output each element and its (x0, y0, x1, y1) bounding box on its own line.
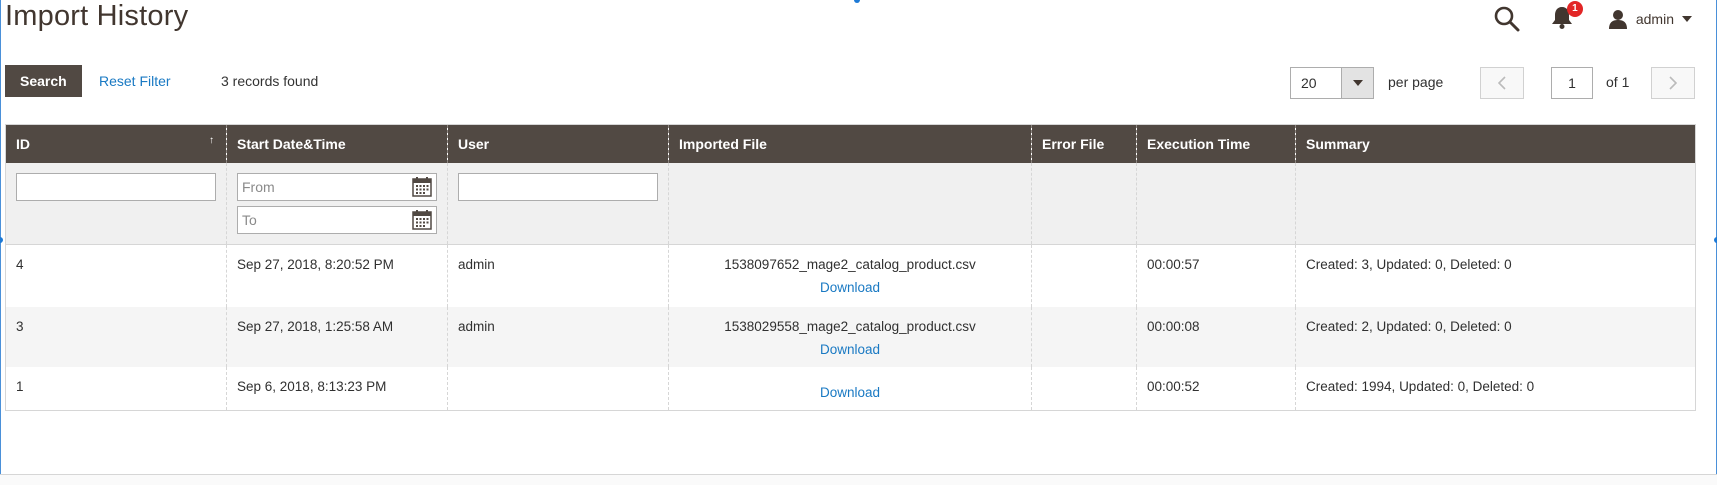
filter-cell-user (447, 162, 669, 245)
column-header-label: User (458, 135, 490, 152)
cell-user (447, 366, 669, 411)
cell-imported-file: Download (668, 366, 1032, 411)
cell-execution-time: 00:00:08 (1136, 306, 1296, 367)
per-page-label: per page (1388, 74, 1444, 90)
page-title: Import History (5, 0, 189, 32)
download-link[interactable]: Download (679, 342, 1021, 357)
cell-start-date: Sep 27, 2018, 8:20:52 PM (226, 244, 448, 307)
file-name: 1538029558_mage2_catalog_product.csv (724, 318, 976, 334)
column-header-label: Summary (1306, 135, 1370, 152)
filter-row (5, 162, 1696, 245)
cell-imported-file: 1538029558_mage2_catalog_product.csv Dow… (668, 306, 1032, 367)
file-name: 1538097652_mage2_catalog_product.csv (724, 257, 976, 272)
cell-id: 3 (5, 306, 227, 367)
cell-start-date: Sep 27, 2018, 1:25:58 AM (226, 306, 448, 367)
date-to-input[interactable] (237, 205, 437, 234)
previous-page-button[interactable] (1480, 67, 1524, 99)
cell-execution-time: 00:00:52 (1136, 366, 1296, 411)
user-filter-input[interactable] (458, 172, 658, 201)
chevron-down-icon (1682, 16, 1692, 22)
user-icon (1608, 10, 1627, 29)
cell-summary: Created: 1994, Updated: 0, Deleted: 0 (1295, 366, 1696, 411)
cell-execution-time: 00:00:57 (1136, 244, 1296, 307)
calendar-icon[interactable] (411, 209, 433, 231)
records-count: 3 records found (221, 73, 319, 89)
per-page-select[interactable]: 20 (1290, 67, 1374, 99)
cell-error-file (1031, 306, 1137, 367)
column-header-label: Error File (1042, 135, 1105, 152)
column-header-imported-file[interactable]: Imported File (668, 124, 1032, 163)
download-link[interactable]: Download (679, 385, 1021, 400)
user-menu[interactable]: admin (1608, 9, 1692, 29)
filter-cell-empty (1031, 162, 1137, 245)
column-header-user[interactable]: User (447, 124, 669, 163)
cell-id: 1 (5, 366, 227, 411)
page-number-input[interactable] (1551, 67, 1593, 99)
table-row: 3 Sep 27, 2018, 1:25:58 AM admin 1538029… (5, 306, 1696, 367)
date-to-wrap (237, 205, 437, 234)
cell-error-file (1031, 244, 1137, 307)
cell-summary: Created: 3, Updated: 0, Deleted: 0 (1295, 244, 1696, 307)
notifications-bell[interactable]: 1 (1550, 1, 1584, 34)
table-row: 1 Sep 6, 2018, 8:13:23 PM Download 00:00… (5, 366, 1696, 411)
column-header-label: Imported File (679, 135, 767, 152)
per-page-value: 20 (1301, 75, 1317, 91)
column-header-label: Execution Time (1147, 135, 1251, 152)
bottom-divider (0, 474, 1717, 485)
cell-error-file (1031, 366, 1137, 411)
import-history-grid: ID ↑ Start Date&Time User Imported File … (5, 124, 1696, 411)
grid-toolbar: Search Reset Filter 3 records found 20 p… (5, 65, 1695, 99)
cell-start-date: Sep 6, 2018, 8:13:23 PM (226, 366, 448, 411)
download-link[interactable]: Download (679, 280, 1021, 295)
filter-cell-empty (1136, 162, 1296, 245)
id-filter-input[interactable] (16, 172, 216, 201)
reset-filter-link[interactable]: Reset Filter (99, 73, 171, 89)
search-icon[interactable] (1492, 4, 1522, 34)
cell-user: admin (447, 306, 669, 367)
dropdown-arrow-icon[interactable] (1341, 68, 1373, 98)
chevron-right-icon (1669, 76, 1678, 90)
date-from-wrap (237, 172, 437, 201)
column-header-execution-time[interactable]: Execution Time (1136, 124, 1296, 163)
column-header-summary[interactable]: Summary (1295, 124, 1696, 163)
calendar-icon[interactable] (411, 176, 433, 198)
column-header-start-date[interactable]: Start Date&Time (226, 124, 448, 163)
table-row: 4 Sep 27, 2018, 8:20:52 PM admin 1538097… (5, 244, 1696, 307)
cell-user: admin (447, 244, 669, 307)
chevron-left-icon (1497, 76, 1506, 90)
header-actions: 1 admin (1492, 1, 1692, 34)
cell-id: 4 (5, 244, 227, 307)
column-header-label: Start Date&Time (237, 135, 346, 152)
filter-cell-id (5, 162, 227, 245)
notification-badge: 1 (1566, 1, 1583, 17)
column-header-label: ID (16, 135, 30, 152)
cell-summary: Created: 2, Updated: 0, Deleted: 0 (1295, 306, 1696, 367)
page-total: of 1 (1606, 74, 1630, 90)
date-from-input[interactable] (237, 172, 437, 201)
grid-header-row: ID ↑ Start Date&Time User Imported File … (5, 124, 1696, 163)
filter-cell-date (226, 162, 448, 245)
sort-arrow-icon: ↑ (209, 135, 214, 146)
search-button[interactable]: Search (5, 65, 82, 97)
next-page-button[interactable] (1651, 67, 1695, 99)
filter-cell-empty (668, 162, 1032, 245)
user-name: admin (1635, 11, 1674, 27)
column-header-id[interactable]: ID ↑ (5, 124, 227, 163)
column-header-error-file[interactable]: Error File (1031, 124, 1137, 163)
filter-cell-empty (1295, 162, 1696, 245)
cell-imported-file: 1538097652_mage2_catalog_product.csv Dow… (668, 244, 1032, 307)
